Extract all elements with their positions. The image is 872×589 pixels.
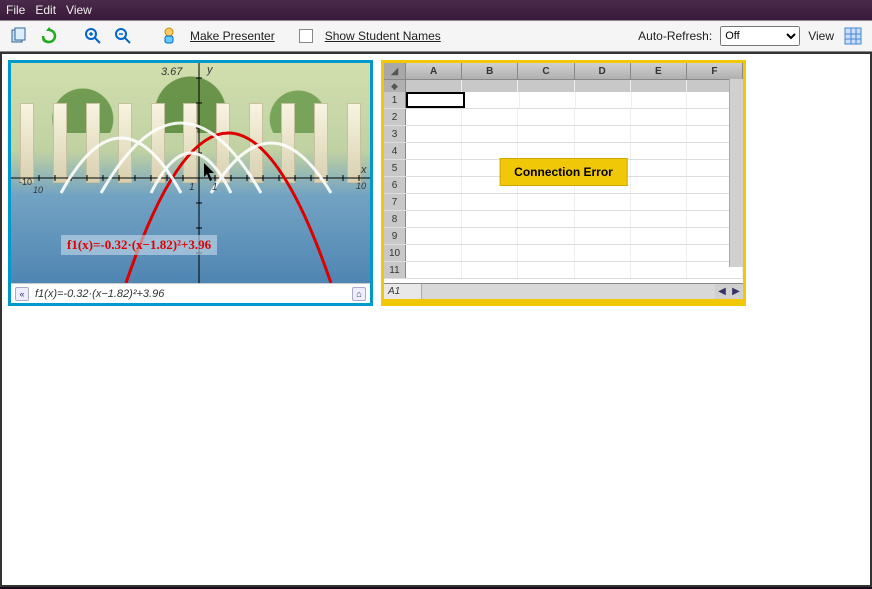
col-header-e[interactable]: E	[631, 63, 687, 79]
zoom-in-icon[interactable]	[82, 25, 104, 47]
sheet-corner[interactable]: ◢	[384, 63, 406, 79]
menu-edit[interactable]: Edit	[35, 3, 56, 17]
x-min-neg: -10	[19, 177, 32, 187]
menu-view[interactable]: View	[66, 3, 92, 17]
show-student-names-link[interactable]: Show Student Names	[325, 29, 441, 43]
x-max: 10	[356, 181, 366, 191]
view-label: View	[808, 29, 834, 43]
scroll-left-icon[interactable]: ◀	[715, 284, 729, 299]
screen-panel-spreadsheet[interactable]: ◢ A B C D E F ◆ 1 2 3 4 5 6 7 8	[381, 60, 746, 306]
connection-error-banner: Connection Error	[499, 158, 628, 186]
toolbar: Make Presenter Show Student Names Auto-R…	[0, 20, 872, 52]
vertical-scrollbar[interactable]	[729, 79, 743, 267]
horizontal-scrollbar[interactable]	[422, 284, 715, 299]
spreadsheet-column-headers: ◢ A B C D E F	[384, 63, 743, 80]
show-names-checkbox[interactable]	[299, 29, 313, 43]
graph-panel-footer: « f1(x)=-0.32·(x−1.82)²+3.96 ⌂	[11, 283, 370, 303]
y-axis-label: y	[206, 64, 214, 76]
menu-file[interactable]: File	[6, 3, 25, 17]
col-header-d[interactable]: D	[575, 63, 631, 79]
col-header-b[interactable]: B	[462, 63, 518, 79]
cell-a1[interactable]	[406, 92, 465, 108]
content-area: 3.67 y x -10 10 10 1 1 f1(x)=-0.32·(x−1.…	[0, 52, 872, 587]
x-axis-label: x	[360, 164, 367, 176]
svg-text:1: 1	[189, 182, 195, 193]
spreadsheet-body: ◆ 1 2 3 4 5 6 7 8 9 10 11 Connection Err…	[384, 80, 743, 283]
auto-refresh-select[interactable]: Off	[720, 26, 800, 46]
presenter-icon[interactable]	[160, 25, 182, 47]
menu-bar: File Edit View	[0, 0, 872, 20]
col-header-c[interactable]: C	[518, 63, 574, 79]
y-top-value: 3.67	[161, 66, 183, 78]
graph-view: 3.67 y x -10 10 10 1 1 f1(x)=-0.32·(x−1.…	[11, 63, 370, 283]
auto-refresh-label: Auto-Refresh:	[638, 29, 712, 43]
tick-one: 1	[212, 182, 218, 193]
refresh-icon[interactable]	[38, 25, 60, 47]
capture-icon[interactable]	[8, 25, 30, 47]
spreadsheet-view: ◢ A B C D E F ◆ 1 2 3 4 5 6 7 8	[384, 63, 743, 283]
prev-page-icon[interactable]: «	[15, 287, 29, 301]
view-grid-icon[interactable]	[842, 25, 864, 47]
col-header-f[interactable]: F	[687, 63, 743, 79]
spreadsheet-footer: A1 ◀ ▶	[384, 283, 743, 299]
scroll-right-icon[interactable]: ▶	[729, 284, 743, 299]
x-min-pos: 10	[33, 185, 43, 195]
screen-panel-graph[interactable]: 3.67 y x -10 10 10 1 1 f1(x)=-0.32·(x−1.…	[8, 60, 373, 306]
next-page-icon[interactable]: ⌂	[352, 287, 366, 301]
cell-reference: A1	[384, 284, 422, 299]
col-header-a[interactable]: A	[406, 63, 462, 79]
equation-label: f1(x)=-0.32·(x−1.82)²+3.96	[61, 235, 217, 255]
make-presenter-link[interactable]: Make Presenter	[190, 29, 275, 43]
footer-equation: f1(x)=-0.32·(x−1.82)²+3.96	[35, 288, 164, 300]
zoom-out-icon[interactable]	[112, 25, 134, 47]
